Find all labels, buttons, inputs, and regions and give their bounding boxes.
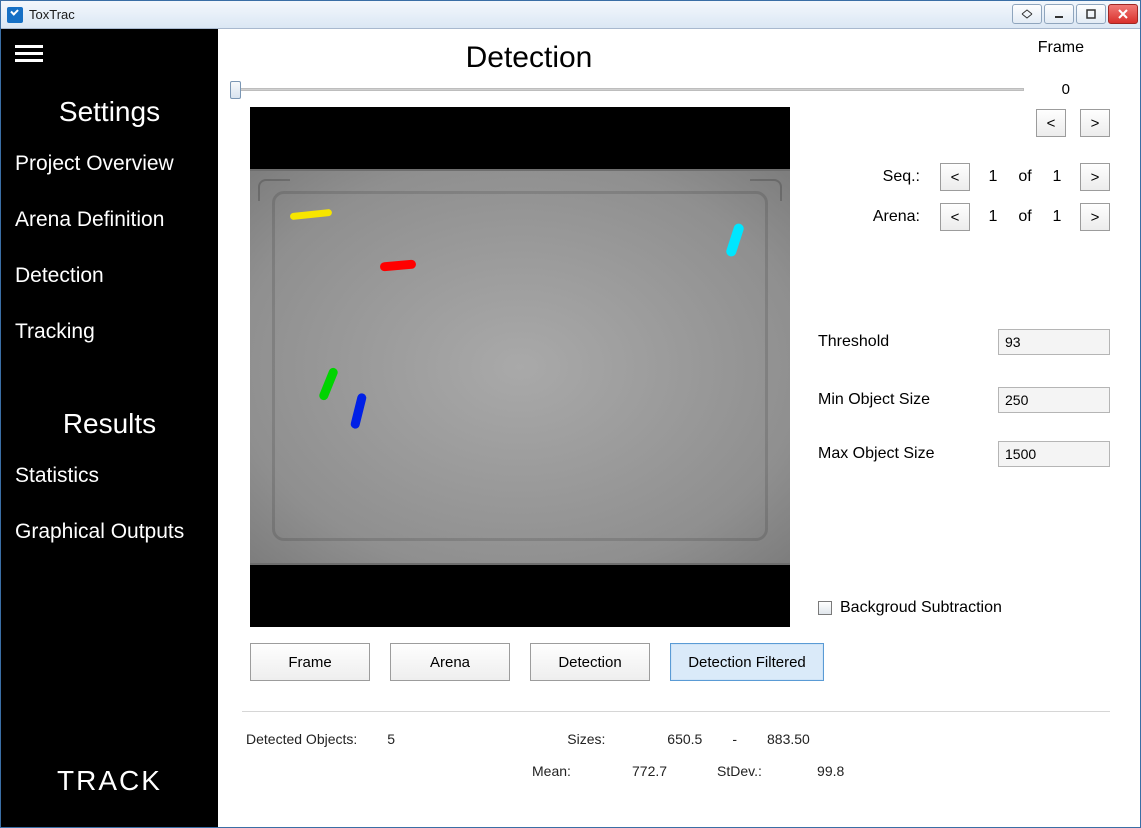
sidebar-item-detection[interactable]: Detection	[1, 248, 218, 304]
close-button[interactable]	[1108, 4, 1138, 24]
sidebar-heading-results: Results	[1, 396, 218, 448]
sidebar-item-tracking[interactable]: Tracking	[1, 304, 218, 360]
mean-value: 772.7	[632, 763, 667, 779]
restore-alt-button[interactable]	[1012, 4, 1042, 24]
minsize-input[interactable]	[999, 392, 1141, 408]
sidebar-item-statistics[interactable]: Statistics	[1, 448, 218, 504]
video-viewport	[250, 107, 790, 627]
view-filtered-button[interactable]: Detection Filtered	[670, 643, 824, 681]
seq-nav: Seq.: < 1 of 1 >	[856, 163, 1110, 191]
maxsize-label: Max Object Size	[818, 445, 998, 463]
arena-of: of	[1016, 208, 1034, 226]
frame-value: 0	[1062, 81, 1070, 98]
frame-next-button[interactable]: >	[1080, 109, 1110, 137]
sizes-dash: -	[732, 731, 737, 747]
bgsub-label: Backgroud Subtraction	[840, 599, 1002, 617]
std-value: 99.8	[817, 763, 844, 779]
view-detection-button[interactable]: Detection	[530, 643, 650, 681]
arena-total: 1	[1048, 208, 1066, 226]
std-label: StDev.:	[717, 763, 787, 779]
maxsize-input[interactable]	[999, 446, 1141, 462]
threshold-label: Threshold	[818, 333, 998, 351]
arena-tray	[250, 169, 790, 565]
sidebar-item-arena[interactable]: Arena Definition	[1, 192, 218, 248]
sidebar: Settings Project Overview Arena Definiti…	[1, 29, 218, 827]
threshold-row: Threshold ▲▼	[818, 329, 1110, 355]
seq-prev-button[interactable]: <	[940, 163, 970, 191]
detected-value: 5	[387, 731, 427, 747]
arena-label: Arena:	[856, 208, 920, 226]
detected-label: Detected Objects:	[246, 731, 357, 747]
page-title: Detection	[218, 41, 840, 75]
stats-divider	[242, 711, 1110, 712]
maximize-button[interactable]	[1076, 4, 1106, 24]
arena-next-button[interactable]: >	[1080, 203, 1110, 231]
sidebar-item-project[interactable]: Project Overview	[1, 136, 218, 192]
threshold-input[interactable]	[999, 334, 1141, 350]
minsize-row: Min Object Size ▲▼	[818, 387, 1110, 413]
minsize-spinner[interactable]: ▲▼	[998, 387, 1110, 413]
sizes-min: 650.5	[667, 731, 702, 747]
maxsize-row: Max Object Size ▲▼	[818, 441, 1110, 467]
menu-icon[interactable]	[1, 35, 218, 84]
frame-label: Frame	[1038, 39, 1084, 57]
app-window: ToxTrac Settings Project Overview Arena	[0, 0, 1141, 828]
track-button[interactable]: TRACK	[1, 731, 218, 827]
bgsub-checkbox[interactable]	[818, 601, 832, 615]
window-title: ToxTrac	[29, 7, 75, 22]
minsize-label: Min Object Size	[818, 391, 998, 409]
stats-panel: Detected Objects: 5 Sizes: 650.5 - 883.5…	[246, 731, 1110, 779]
view-arena-button[interactable]: Arena	[390, 643, 510, 681]
view-frame-button[interactable]: Frame	[250, 643, 370, 681]
window-buttons	[1010, 4, 1138, 26]
app-icon	[7, 7, 23, 23]
titlebar: ToxTrac	[1, 1, 1140, 29]
arena-prev-button[interactable]: <	[940, 203, 970, 231]
seq-next-button[interactable]: >	[1080, 163, 1110, 191]
slider-thumb[interactable]	[230, 81, 241, 99]
frame-prev-button[interactable]: <	[1036, 109, 1066, 137]
arena-nav: Arena: < 1 of 1 >	[856, 203, 1110, 231]
view-buttons: Frame Arena Detection Detection Filtered	[250, 643, 824, 681]
sidebar-item-graphical[interactable]: Graphical Outputs	[1, 504, 218, 560]
bgsub-row: Backgroud Subtraction	[818, 599, 1002, 617]
main-panel: Detection Frame 0	[218, 29, 1140, 827]
maxsize-spinner[interactable]: ▲▼	[998, 441, 1110, 467]
arena-current: 1	[984, 208, 1002, 226]
frame-slider[interactable]	[230, 81, 1024, 99]
frame-nav: < >	[1036, 109, 1110, 137]
sizes-label: Sizes:	[567, 731, 637, 747]
seq-of: of	[1016, 168, 1034, 186]
minimize-button[interactable]	[1044, 4, 1074, 24]
seq-label: Seq.:	[856, 168, 920, 186]
mean-label: Mean:	[532, 763, 602, 779]
sidebar-heading-settings: Settings	[1, 84, 218, 136]
seq-current: 1	[984, 168, 1002, 186]
threshold-spinner[interactable]: ▲▼	[998, 329, 1110, 355]
seq-total: 1	[1048, 168, 1066, 186]
sizes-max: 883.50	[767, 731, 810, 747]
